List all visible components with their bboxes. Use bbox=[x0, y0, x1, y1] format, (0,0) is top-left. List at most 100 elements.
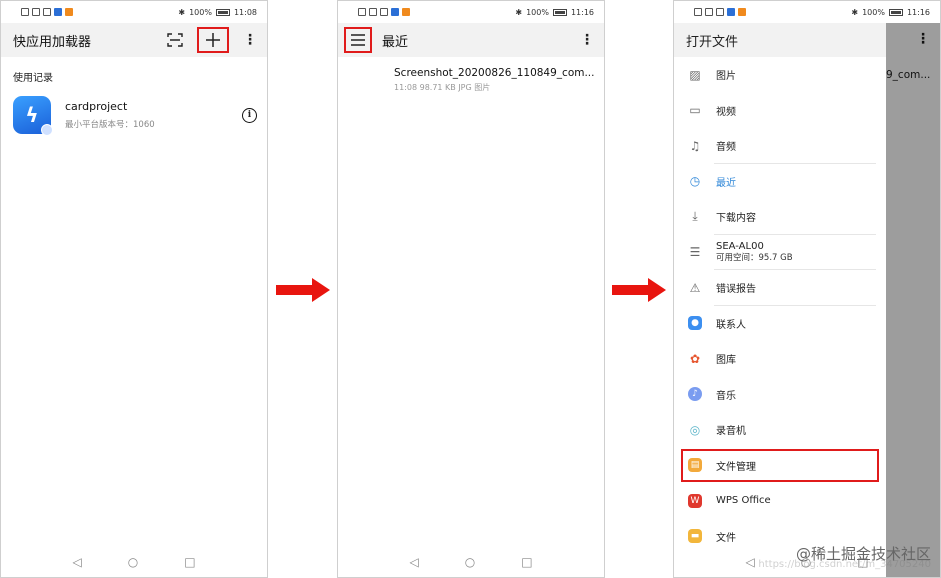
battery-icon bbox=[552, 8, 567, 16]
app-min-version: 最小平台版本号：1060 bbox=[65, 120, 155, 130]
battery-icon bbox=[215, 8, 230, 16]
drawer-item-downloads[interactable]: ⤓ 下载内容 bbox=[674, 199, 886, 235]
quickapp-badge-icon bbox=[41, 124, 53, 136]
music-icon: ♪ bbox=[688, 387, 702, 402]
back-icon[interactable]: ◁ bbox=[409, 555, 418, 569]
file-meta: 11:08 98.71 KB JPG 图片 bbox=[394, 83, 491, 92]
drawer-item-label: WPS Office bbox=[716, 495, 771, 507]
storage-free-space: 可用空间：95.7 GB bbox=[716, 253, 793, 264]
video-icon: ▭ bbox=[689, 103, 701, 118]
drawer-title: 打开文件 bbox=[674, 23, 886, 57]
back-icon[interactable]: ◁ bbox=[745, 555, 754, 569]
file-list-item[interactable]: Screenshot_20200826_110849_com... 11:08 … bbox=[394, 67, 596, 93]
notification-icon bbox=[358, 8, 366, 16]
wps-icon: W bbox=[688, 493, 702, 508]
app-notification-icon bbox=[65, 8, 73, 16]
add-button[interactable] bbox=[197, 27, 229, 53]
drawer-item-label: 联系人 bbox=[716, 319, 746, 331]
status-bar: ✱ 100% 11:16 bbox=[674, 1, 940, 23]
drawer-item-label: 录音机 bbox=[716, 426, 746, 438]
app-list-item[interactable]: ϟ cardproject 最小平台版本号：1060 i bbox=[13, 93, 257, 137]
wifi-icon bbox=[369, 8, 377, 16]
usb-icon bbox=[43, 8, 51, 16]
app-notification-icon bbox=[402, 8, 410, 16]
download-icon: ⤓ bbox=[692, 209, 698, 224]
bluetooth-icon: ✱ bbox=[178, 7, 186, 17]
info-button[interactable]: i bbox=[242, 107, 257, 123]
more-options-button[interactable]: ⋮ bbox=[243, 32, 257, 48]
system-nav-bar: ◁ ○ □ bbox=[338, 555, 604, 569]
watermark: @稀土掘金技术社区 https://blog.csdn.net/m_347052… bbox=[758, 543, 931, 570]
drawer-item-storage[interactable]: ☰ SEA-AL00 可用空间：95.7 GB bbox=[674, 235, 886, 271]
gallery-icon: ✿ bbox=[689, 351, 701, 366]
scan-icon bbox=[167, 33, 183, 47]
scan-button[interactable] bbox=[167, 33, 183, 47]
notification-icon bbox=[21, 8, 29, 16]
audio-icon: ♫ bbox=[689, 138, 701, 153]
recents-icon[interactable]: □ bbox=[521, 555, 532, 569]
drawer-item-gallery[interactable]: ✿ 图库 bbox=[674, 341, 886, 377]
app-notification-icon bbox=[727, 8, 735, 16]
drawer-item-music[interactable]: ♪ 音乐 bbox=[674, 377, 886, 413]
status-time: 11:16 bbox=[570, 7, 594, 17]
phone-screen-recent-files: ✱ 100% 11:16 最近 ⋮ Screenshot_20200826_1108… bbox=[337, 0, 605, 578]
file-manager-icon: ▤ bbox=[688, 458, 702, 473]
page-title: 快应用加载器 bbox=[13, 34, 92, 50]
home-icon[interactable]: ○ bbox=[128, 555, 138, 569]
drawer-item-bug-reports[interactable]: ⚠ 错误报告 bbox=[674, 270, 886, 306]
app-notification-icon bbox=[738, 8, 746, 16]
drawer-item-file-manager[interactable]: ▤ 文件管理 bbox=[680, 448, 880, 484]
storage-icon: ☰ bbox=[689, 245, 701, 260]
flow-arrow-icon bbox=[276, 278, 330, 302]
drawer-item-label: 最近 bbox=[716, 177, 736, 189]
drawer-item-recorder[interactable]: ◎ 录音机 bbox=[674, 412, 886, 448]
phone-screen-quickapp-loader: ✱ 100% 11:08 快应用加载器 ⋮ 使用记录 ϟ cardproject 最… bbox=[0, 0, 268, 578]
page-title: 最近 bbox=[382, 34, 409, 50]
back-icon[interactable]: ◁ bbox=[72, 555, 81, 569]
clock-icon: ◷ bbox=[689, 174, 701, 189]
recorder-icon: ◎ bbox=[689, 422, 701, 437]
status-time: 11:16 bbox=[906, 7, 930, 17]
more-vertical-icon: ⋮ bbox=[243, 32, 257, 48]
bug-report-icon: ⚠ bbox=[689, 280, 701, 295]
battery-percent: 100% bbox=[526, 7, 549, 17]
watermark-url: https://blog.csdn.net/m_34705240 bbox=[758, 559, 931, 570]
app-bar: 最近 ⋮ bbox=[338, 23, 604, 57]
recents-icon[interactable]: □ bbox=[184, 555, 195, 569]
menu-button[interactable] bbox=[344, 27, 372, 53]
contacts-icon: ● bbox=[688, 316, 702, 331]
wifi-icon bbox=[32, 8, 40, 16]
drawer-item-videos[interactable]: ▭ 视频 bbox=[674, 93, 886, 129]
image-icon: ▨ bbox=[689, 67, 701, 82]
app-name: cardproject bbox=[65, 100, 128, 113]
drawer-item-wps-office[interactable]: W WPS Office bbox=[674, 483, 886, 519]
info-icon: i bbox=[247, 110, 252, 120]
bluetooth-icon: ✱ bbox=[515, 7, 523, 17]
drawer-item-label: 错误报告 bbox=[716, 284, 756, 296]
drawer-item-images[interactable]: ▨ 图片 bbox=[674, 57, 886, 93]
drawer-item-label: 图库 bbox=[716, 355, 736, 367]
drawer-item-label: 音频 bbox=[716, 142, 736, 154]
drawer-scrim[interactable]: ⋮ 9_com... bbox=[886, 23, 940, 577]
drawer-item-audio[interactable]: ♫ 音频 bbox=[674, 128, 886, 164]
background-file-name: 9_com... bbox=[886, 69, 931, 81]
home-icon[interactable]: ○ bbox=[465, 555, 475, 569]
battery-icon bbox=[888, 8, 903, 16]
drawer-item-label: 文件 bbox=[716, 532, 736, 544]
drawer-item-label: SEA-AL00 bbox=[716, 240, 764, 252]
more-options-button[interactable]: ⋮ bbox=[580, 32, 594, 48]
phone-screen-open-file-drawer: ✱ 100% 11:16 ⋮ 9_com... 打开文件 ▨ 图片 ▭ 视频 ♫ 音频 ◷… bbox=[673, 0, 941, 578]
drawer-item-label: 视频 bbox=[716, 106, 736, 118]
files-icon: ▬ bbox=[688, 529, 702, 544]
drawer-item-label: 图片 bbox=[716, 71, 736, 83]
battery-percent: 100% bbox=[862, 7, 885, 17]
status-bar: ✱ 100% 11:08 bbox=[1, 1, 267, 23]
drawer-item-contacts[interactable]: ● 联系人 bbox=[674, 306, 886, 342]
more-vertical-icon: ⋮ bbox=[916, 31, 930, 47]
wifi-icon bbox=[705, 8, 713, 16]
app-bar: 快应用加载器 ⋮ bbox=[1, 23, 267, 57]
file-name: Screenshot_20200826_110849_com... bbox=[394, 67, 595, 79]
app-notification-icon bbox=[391, 8, 399, 16]
drawer-item-recent[interactable]: ◷ 最近 bbox=[674, 164, 886, 200]
drawer-list: ▨ 图片 ▭ 视频 ♫ 音频 ◷ 最近 ⤓ 下载内容 ☰ SEA-AL00 可用空间：95.7… bbox=[674, 57, 886, 554]
